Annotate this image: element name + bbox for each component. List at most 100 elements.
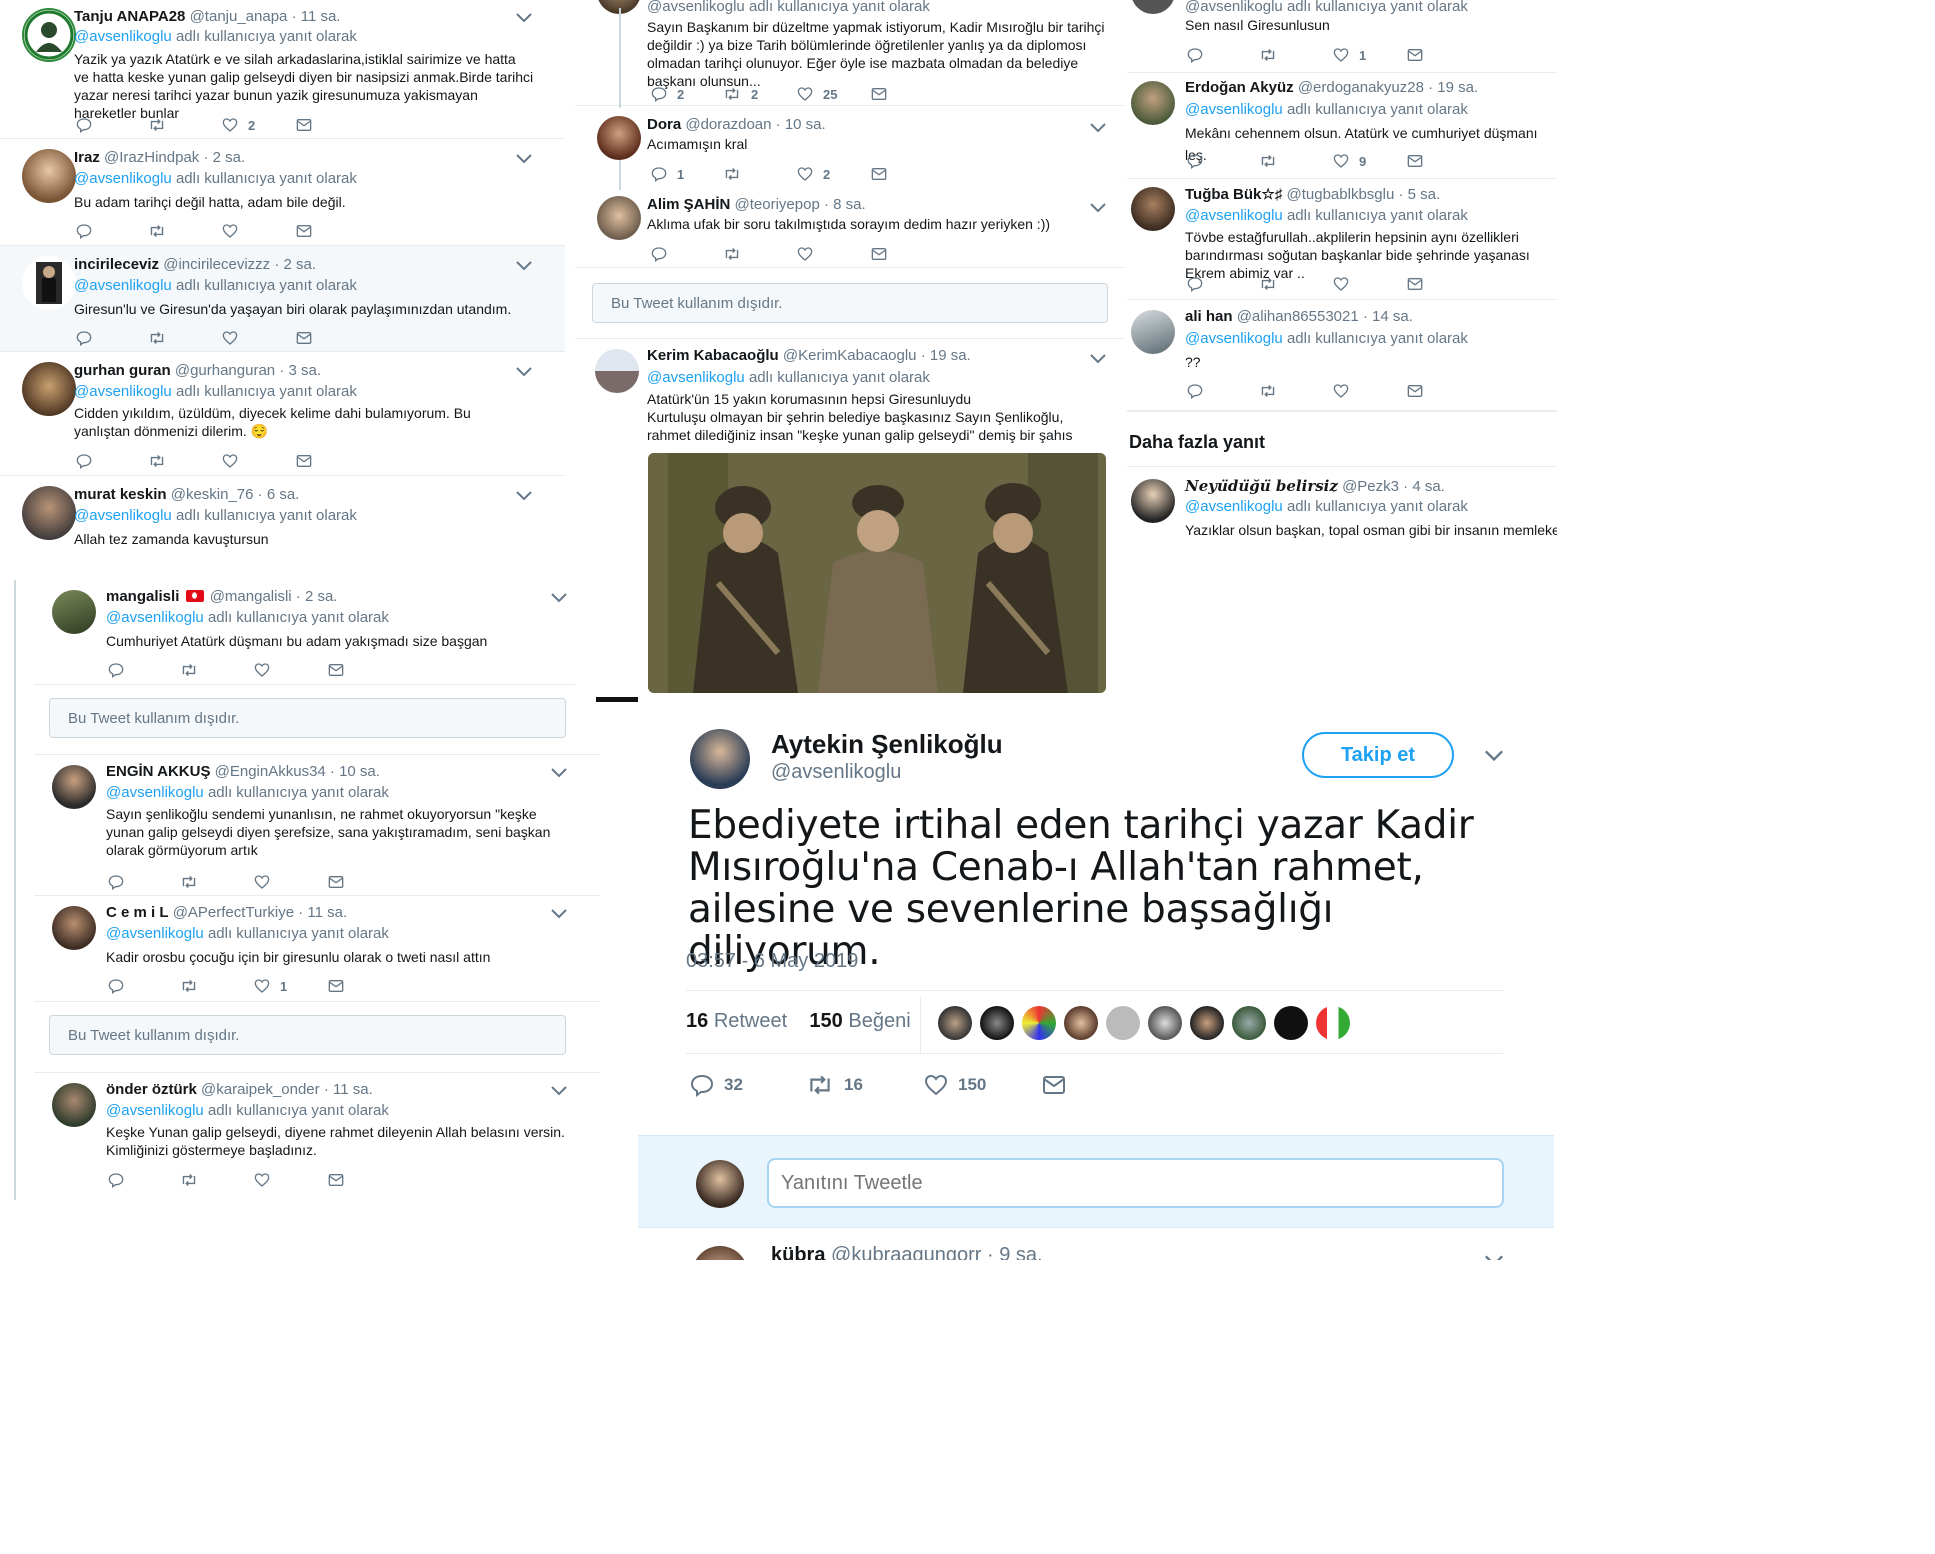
mention-link[interactable]: @avsenlikoglu (106, 925, 204, 942)
timestamp[interactable]: · 11 sa. (292, 8, 341, 25)
display-name[interactable]: ENGİN AKKUŞ (106, 763, 210, 780)
handle[interactable]: @mangalisli (210, 588, 292, 605)
display-name[interactable]: ali han (1185, 308, 1233, 325)
avatar[interactable] (1022, 1006, 1056, 1040)
reply-button[interactable] (76, 451, 92, 471)
handle[interactable]: @EnginAkkus34 (215, 763, 326, 780)
reply-button[interactable] (76, 115, 92, 135)
reply-button[interactable] (108, 976, 124, 996)
follow-button[interactable]: Takip et (1302, 732, 1454, 778)
avatar[interactable] (1232, 1006, 1266, 1040)
avatar[interactable] (22, 362, 76, 416)
mention-link[interactable]: @avsenlikoglu (74, 170, 172, 187)
avatar[interactable] (1316, 1006, 1350, 1040)
avatar[interactable] (52, 765, 96, 809)
avatar[interactable] (1131, 310, 1175, 354)
handle[interactable]: @alihan86553021 (1237, 308, 1359, 325)
display-name[interactable]: murat keskin (74, 486, 167, 503)
display-name[interactable]: Kerim Kabacaoğlu (647, 347, 779, 364)
author-name[interactable]: Aytekin Şenlikoğlu (771, 729, 1003, 760)
retweet-button[interactable] (180, 872, 198, 892)
timestamp[interactable]: · 19 sa. (921, 347, 971, 364)
tweet-kubra[interactable]: kübra @kubraagungorr · 9 sa. (638, 1240, 1554, 1260)
retweet-button[interactable] (180, 976, 198, 996)
timestamp[interactable]: · 2 sa. (203, 149, 245, 166)
retweet-button[interactable] (1259, 274, 1277, 294)
tweet-pezk3[interactable]: 𝑵𝒆𝒚𝒖̈𝒅𝒖̈𝒈̆𝒖̈ 𝒃𝒆𝒍𝒊𝒓𝒔𝒊𝒛 @Pezk3 · 4 sa. @av… (1127, 467, 1557, 547)
mention-link[interactable]: @avsenlikoglu (1185, 498, 1283, 515)
display-name[interactable]: mangalisli (106, 588, 179, 605)
handle[interactable]: @IrazHindpak (104, 149, 199, 166)
mention-link[interactable]: @avsenlikoglu (1185, 101, 1283, 118)
avatar[interactable] (692, 1246, 748, 1260)
retweet-button[interactable] (148, 451, 166, 471)
timestamp[interactable]: · 2 sa. (296, 588, 338, 605)
handle[interactable]: @incirilecevizzz (163, 256, 270, 273)
reply-button[interactable]: 2 (651, 84, 684, 104)
avatar[interactable] (1064, 1006, 1098, 1040)
retweet-button[interactable] (1259, 45, 1277, 65)
like-button[interactable] (222, 328, 238, 348)
message-button[interactable] (871, 84, 887, 104)
avatar[interactable] (1148, 1006, 1182, 1040)
retweet-button[interactable] (180, 660, 198, 680)
tweet-gurhan[interactable]: gurhan guran @gurhanguran · 3 sa. @avsen… (0, 352, 565, 476)
display-name[interactable]: Tanju ANAPA28 (74, 8, 185, 25)
reply-button[interactable] (651, 244, 667, 264)
tweet-murat[interactable]: murat keskin @keskin_76 · 6 sa. @avsenli… (0, 476, 565, 580)
message-button[interactable] (328, 976, 344, 996)
handle[interactable]: @KerimKabacaoglu (783, 347, 917, 364)
timestamp[interactable]: · 10 sa. (330, 763, 380, 780)
reply-button[interactable] (108, 660, 124, 680)
reply-button[interactable] (1187, 45, 1203, 65)
handle[interactable]: @gurhanguran (175, 362, 275, 379)
chevron-down-icon[interactable] (515, 260, 533, 272)
avatar[interactable] (1274, 1006, 1308, 1040)
reply-button[interactable] (1187, 151, 1203, 171)
avatar[interactable] (22, 486, 76, 540)
timestamp[interactable]: · 3 sa. (279, 362, 321, 379)
avatar[interactable] (1190, 1006, 1224, 1040)
avatar[interactable] (1106, 1006, 1140, 1040)
timestamp[interactable]: · 11 sa. (324, 1081, 373, 1098)
tweet-erdogan[interactable]: Erdoğan Akyüz @erdoganakyuz28 · 19 sa. @… (1127, 73, 1557, 179)
retweet-stat[interactable]: 16 Retweet (686, 1010, 787, 1032)
avatar[interactable] (595, 349, 639, 393)
like-button[interactable] (222, 451, 238, 471)
handle[interactable]: @keskin_76 (171, 486, 254, 503)
tweet-engin[interactable]: ENGİN AKKUŞ @EnginAkkus34 · 10 sa. @avse… (34, 754, 600, 896)
display-name[interactable]: Iraz (74, 149, 100, 166)
reply-button[interactable] (108, 872, 124, 892)
current-user-avatar[interactable] (696, 1160, 744, 1208)
avatar[interactable] (938, 1006, 972, 1040)
display-name[interactable]: Dora (647, 116, 681, 133)
like-button[interactable] (797, 244, 813, 264)
display-name[interactable]: kübra (771, 1244, 825, 1260)
avatar[interactable] (52, 1083, 96, 1127)
tweet-dora[interactable]: Dora @dorazdoan · 10 sa. Acımamışın kral… (575, 106, 1125, 188)
tweet-iraz[interactable]: Iraz @IrazHindpak · 2 sa. @avsenlikoglu … (0, 139, 565, 246)
mention-link[interactable]: @avsenlikoglu (1185, 207, 1283, 224)
tweet-tugba[interactable]: Tuğba Bük☆♯ @tugbablkbsglu · 5 sa. @avse… (1127, 179, 1557, 300)
mention-link[interactable]: @avsenlikoglu (74, 507, 172, 524)
mention-link[interactable]: @avsenlikoglu (74, 28, 172, 45)
message-button[interactable] (296, 451, 312, 471)
tweet-mangalisli[interactable]: mangalisli @mangalisli · 2 sa. @avsenlik… (34, 580, 600, 685)
retweet-button[interactable] (723, 164, 741, 184)
avatar[interactable] (22, 8, 76, 62)
reply-button[interactable] (1187, 274, 1203, 294)
display-name[interactable]: gurhan guran (74, 362, 171, 379)
message-button[interactable] (328, 872, 344, 892)
mention-link[interactable]: @avsenlikoglu (106, 784, 204, 801)
retweet-button[interactable]: 16 (806, 1072, 863, 1098)
retweet-button[interactable]: 2 (723, 84, 758, 104)
chevron-down-icon[interactable] (515, 490, 533, 502)
reply-context[interactable]: @avsenlikoglu adlı kullanıcıya yanıt ola… (1185, 0, 1468, 15)
like-button[interactable]: 9 (1333, 151, 1366, 171)
display-name[interactable]: Tuğba Bük☆♯ (1185, 186, 1282, 203)
handle[interactable]: @teoriyepop (735, 196, 820, 213)
message-button[interactable] (1042, 1072, 1066, 1098)
handle[interactable]: @tugbablkbsglu (1287, 186, 1395, 203)
chevron-down-icon[interactable] (1483, 749, 1505, 763)
tweet-partial-giresun[interactable]: @avsenlikoglu adlı kullanıcıya yanıt ola… (1127, 0, 1557, 73)
